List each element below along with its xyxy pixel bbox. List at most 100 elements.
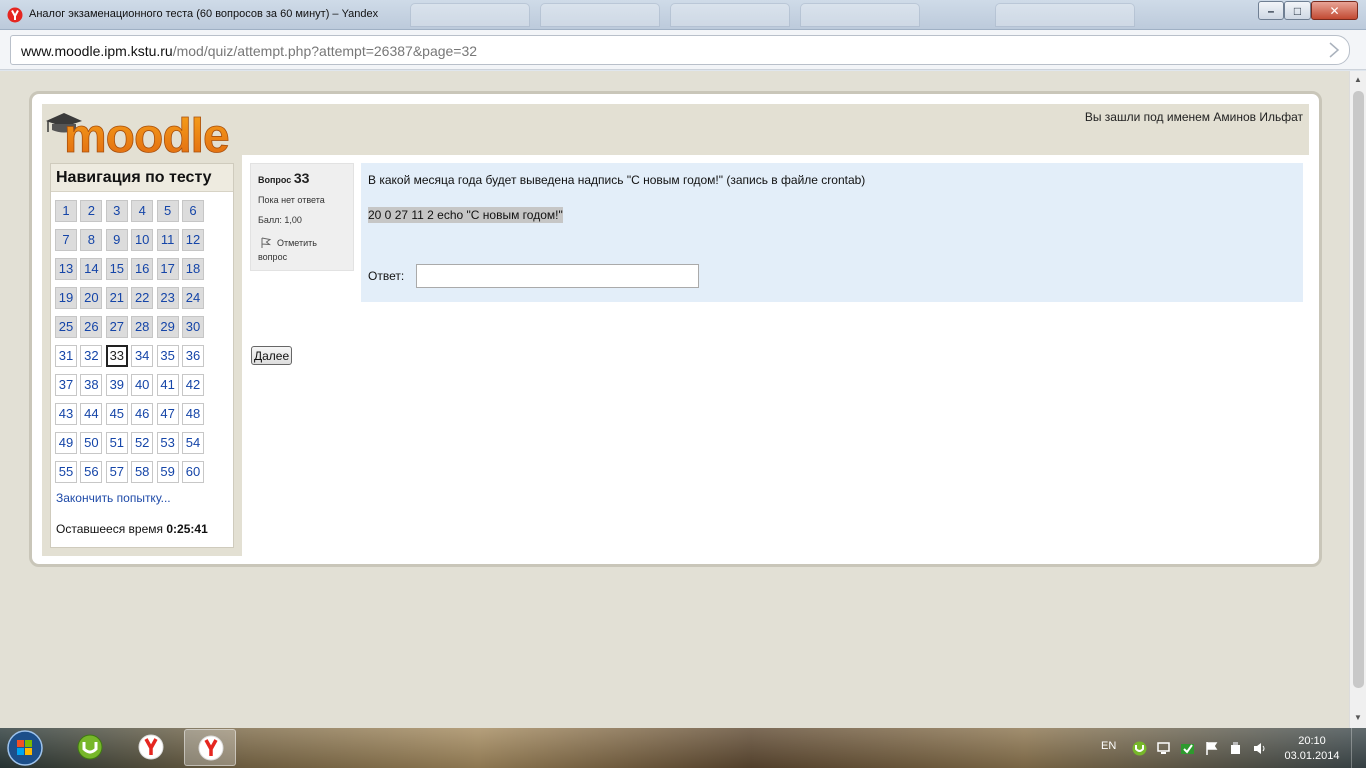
finish-attempt-link[interactable]: Закончить попытку... (56, 491, 171, 505)
question-nav-button[interactable]: 60 (182, 461, 204, 483)
scroll-down-icon[interactable]: ▼ (1354, 713, 1362, 722)
question-nav-button[interactable]: 52 (131, 432, 154, 454)
volume-tray-icon[interactable] (1252, 741, 1267, 756)
question-nav-button[interactable]: 22 (131, 287, 154, 309)
address-bar[interactable]: www.moodle.ipm.kstu.ru/mod/quiz/attempt.… (10, 35, 1350, 65)
page-viewport: moodle Вы зашли под именем Аминов Ильфат… (0, 71, 1366, 728)
question-nav-button[interactable]: 34 (131, 345, 154, 367)
question-nav-button[interactable]: 37 (55, 374, 77, 396)
question-nav-button[interactable]: 55 (55, 461, 77, 483)
action-center-flag-icon[interactable] (1204, 741, 1219, 756)
question-nav-button[interactable]: 15 (105, 258, 128, 280)
question-nav-button[interactable]: 32 (80, 345, 103, 367)
question-nav-button[interactable]: 27 (105, 316, 128, 338)
question-nav-button[interactable]: 30 (182, 316, 204, 338)
question-nav-button[interactable]: 26 (80, 316, 103, 338)
url-path: /mod/quiz/attempt.php?attempt=26387&page… (172, 43, 478, 59)
minimize-icon: – (1267, 4, 1275, 18)
utorrent-tray-icon[interactable] (1132, 741, 1147, 756)
question-nav-button[interactable]: 23 (156, 287, 179, 309)
yandex-browser-icon (138, 734, 164, 760)
question-nav-button[interactable]: 49 (55, 432, 77, 454)
question-nav-button[interactable]: 31 (55, 345, 77, 367)
question-nav-button[interactable]: 48 (182, 403, 204, 425)
question-nav-button[interactable]: 33 (105, 345, 128, 367)
question-nav-button[interactable]: 39 (105, 374, 128, 396)
question-nav-button[interactable]: 9 (105, 229, 128, 251)
question-nav-button[interactable]: 58 (131, 461, 154, 483)
question-nav-button[interactable]: 51 (105, 432, 128, 454)
question-nav-button[interactable]: 35 (156, 345, 179, 367)
question-nav-button[interactable]: 20 (80, 287, 103, 309)
chevron-right-icon[interactable] (1327, 42, 1341, 58)
question-nav-button[interactable]: 11 (156, 229, 179, 251)
question-nav-button[interactable]: 16 (131, 258, 154, 280)
show-desktop-button[interactable] (1351, 728, 1366, 768)
input-language[interactable]: EN (1101, 740, 1116, 752)
next-page-button[interactable]: Далее (251, 346, 293, 365)
question-nav-button[interactable]: 8 (80, 229, 103, 251)
taskbar-clock[interactable]: 20:10 03.01.2014 (1284, 734, 1340, 764)
taskbar-yandex-browser[interactable] (125, 729, 177, 766)
scroll-up-icon[interactable]: ▲ (1354, 75, 1362, 84)
background-tab[interactable] (410, 3, 530, 27)
question-nav-button[interactable]: 2 (80, 200, 103, 222)
question-state: Пока нет ответа (258, 195, 325, 205)
question-nav-button[interactable]: 18 (182, 258, 204, 280)
vertical-scrollbar[interactable]: ▲ ▼ (1349, 71, 1366, 728)
question-nav-button[interactable]: 45 (105, 403, 128, 425)
question-nav-button[interactable]: 25 (55, 316, 77, 338)
usb-device-tray-icon[interactable] (1228, 741, 1243, 756)
question-nav-button[interactable]: 12 (182, 229, 204, 251)
background-tab[interactable] (995, 3, 1135, 27)
question-nav-button[interactable]: 24 (182, 287, 204, 309)
windows-start-icon[interactable] (4, 729, 46, 767)
background-tab[interactable] (540, 3, 660, 27)
moodle-logo[interactable]: moodle (42, 106, 242, 156)
question-nav-button[interactable]: 3 (105, 200, 128, 222)
scrollbar-thumb[interactable] (1353, 91, 1364, 688)
question-nav-button[interactable]: 7 (55, 229, 77, 251)
question-nav-button[interactable]: 29 (156, 316, 179, 338)
question-nav-button[interactable]: 5 (156, 200, 179, 222)
question-nav-button[interactable]: 6 (182, 200, 204, 222)
question-nav-button[interactable]: 57 (105, 461, 128, 483)
close-button[interactable]: ✕ (1311, 1, 1358, 20)
question-nav-button[interactable]: 21 (105, 287, 128, 309)
background-tab[interactable] (800, 3, 920, 27)
question-nav-button[interactable]: 17 (156, 258, 179, 280)
taskbar-yandex-browser-active[interactable] (184, 729, 236, 766)
question-nav-button[interactable]: 47 (156, 403, 179, 425)
question-nav-button[interactable]: 53 (156, 432, 179, 454)
question-nav-button[interactable]: 40 (131, 374, 154, 396)
question-nav-button[interactable]: 19 (55, 287, 77, 309)
time-remaining: Оставшееся время 0:25:41 (56, 522, 208, 536)
question-nav-button[interactable]: 44 (80, 403, 103, 425)
security-tray-icon[interactable] (1180, 741, 1195, 756)
question-nav-button[interactable]: 4 (131, 200, 154, 222)
question-nav-button[interactable]: 50 (80, 432, 103, 454)
question-nav-button[interactable]: 38 (80, 374, 103, 396)
minimize-button[interactable]: – (1258, 1, 1284, 20)
question-nav-button[interactable]: 41 (156, 374, 179, 396)
question-nav-button[interactable]: 59 (156, 461, 179, 483)
background-tab[interactable] (670, 3, 790, 27)
question-nav-button[interactable]: 10 (131, 229, 154, 251)
question-nav-button[interactable]: 42 (182, 374, 204, 396)
question-nav-button[interactable]: 1 (55, 200, 77, 222)
question-nav-button[interactable]: 28 (131, 316, 154, 338)
maximize-button[interactable]: □ (1284, 1, 1311, 20)
url-text[interactable]: www.moodle.ipm.kstu.ru/mod/quiz/attempt.… (21, 43, 477, 59)
answer-input[interactable] (416, 264, 699, 288)
network-tray-icon[interactable] (1156, 741, 1171, 756)
question-nav-button[interactable]: 43 (55, 403, 77, 425)
question-nav-button[interactable]: 14 (80, 258, 103, 280)
question-nav-button[interactable]: 13 (55, 258, 77, 280)
url-host: www.moodle.ipm.kstu.ru (21, 43, 173, 59)
flag-question-toggle[interactable]: Отметить вопрос (258, 236, 348, 264)
taskbar-utorrent[interactable] (64, 729, 116, 766)
question-nav-button[interactable]: 54 (182, 432, 204, 454)
question-nav-button[interactable]: 46 (131, 403, 154, 425)
question-nav-button[interactable]: 36 (182, 345, 204, 367)
question-nav-button[interactable]: 56 (80, 461, 103, 483)
